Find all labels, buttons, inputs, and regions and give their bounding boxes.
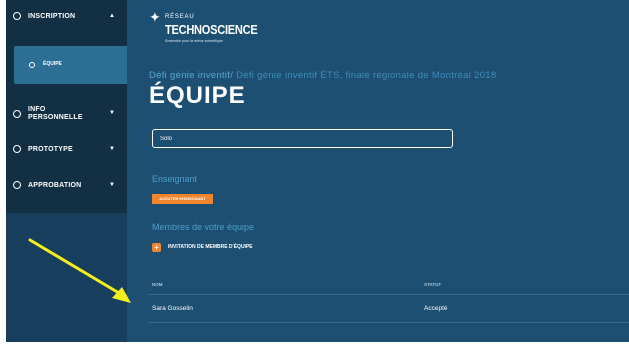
sidebar-item-inscription[interactable]: INSCRIPTION ▲ — [6, 11, 127, 25]
sidebar-item-label: ÉQUIPE — [43, 61, 62, 67]
radio-circle-icon — [13, 181, 21, 189]
chevron-down-icon: ▼ — [109, 182, 116, 188]
breadcrumb-event: Défi génie inventif ÉTS, finale régional… — [236, 70, 497, 81]
sidebar-item-label: PROTOTYPE — [28, 146, 73, 153]
logo-network: RÉSEAU — [165, 14, 195, 20]
chevron-up-icon: ▲ — [109, 13, 116, 19]
table-header-status: STATUT — [424, 282, 442, 287]
teacher-section-title: Enseignant — [152, 174, 198, 184]
sidebar-item-approbation[interactable]: APPROBATION ▼ — [6, 181, 127, 193]
breadcrumb: Défi génie inventif/ Défi génie inventif… — [149, 70, 496, 81]
plus-icon: + — [152, 243, 161, 252]
radio-circle-icon — [13, 145, 21, 153]
invite-member-label: INVITATION DE MEMBRE D'ÉQUIPE — [168, 244, 253, 250]
table-divider — [148, 322, 629, 323]
radio-circle-icon — [13, 12, 21, 20]
sidebar-item-prototype[interactable]: PROTOTYPE ▼ — [6, 145, 127, 157]
sidebar: INSCRIPTION ▲ ÉQUIPE INFO PERSONNELLE ▼ … — [6, 0, 127, 342]
page-title: ÉQUIPE — [149, 82, 246, 109]
table-divider — [148, 294, 629, 295]
app-frame: INSCRIPTION ▲ ÉQUIPE INFO PERSONNELLE ▼ … — [6, 0, 629, 342]
sidebar-item-label-line2: PERSONNELLE — [28, 114, 83, 121]
chevron-down-icon: ▼ — [109, 146, 116, 152]
member-status: Accepté — [424, 305, 448, 312]
team-name-input[interactable] — [152, 129, 453, 148]
table-header-name: NOM — [152, 282, 163, 287]
main-content: ✦ RÉSEAU TECHNOSCIENCE Ensemble pour la … — [127, 0, 629, 342]
member-name: Sara Gosselin — [152, 305, 193, 312]
members-section-title: Membres de votre équipe — [152, 222, 255, 232]
logo-name: TECHNOSCIENCE — [165, 22, 258, 37]
sidebar-item-info-personnelle[interactable]: INFO PERSONNELLE ▼ — [6, 105, 127, 125]
sidebar-item-label: INFO PERSONNELLE — [28, 106, 83, 122]
sidebar-item-label: APPROBATION — [28, 182, 82, 189]
radio-circle-icon — [13, 110, 21, 118]
sidebar-item-equipe[interactable]: ÉQUIPE — [14, 46, 127, 84]
radio-circle-icon — [29, 62, 35, 68]
sidebar-item-label-line1: INFO — [28, 106, 46, 113]
sparkle-icon: ✦ — [149, 9, 161, 25]
sidebar-item-label: INSCRIPTION — [28, 13, 76, 20]
logo-tagline: Ensemble pour la relève scientifique — [165, 39, 223, 43]
breadcrumb-competition[interactable]: Défi génie inventif/ — [149, 70, 233, 81]
add-teacher-button[interactable]: AJOUTER ENSEIGNANT — [152, 194, 213, 204]
chevron-down-icon: ▼ — [109, 110, 116, 116]
